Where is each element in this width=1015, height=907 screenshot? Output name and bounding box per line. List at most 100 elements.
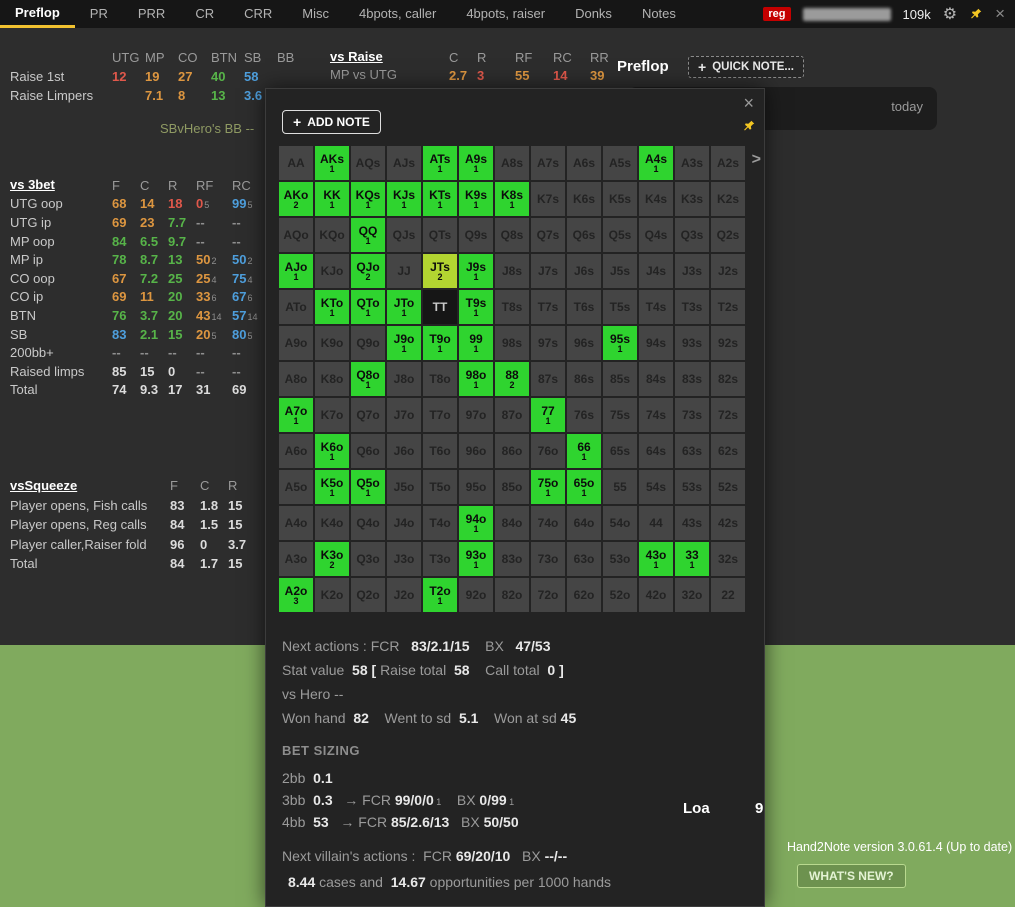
matrix-cell-32o[interactable]: 32o: [675, 578, 709, 612]
matrix-cell-A8s[interactable]: A8s: [495, 146, 529, 180]
matrix-cell-K8o[interactable]: K8o: [315, 362, 349, 396]
matrix-cell-QTs[interactable]: QTs: [423, 218, 457, 252]
matrix-cell-T5o[interactable]: T5o: [423, 470, 457, 504]
matrix-cell-K8s[interactable]: K8s1: [495, 182, 529, 216]
matrix-cell-97s[interactable]: 97s: [531, 326, 565, 360]
matrix-cell-K4s[interactable]: K4s: [639, 182, 673, 216]
matrix-cell-Q3o[interactable]: Q3o: [351, 542, 385, 576]
matrix-cell-T5s[interactable]: T5s: [603, 290, 637, 324]
matrix-cell-83o[interactable]: 83o: [495, 542, 529, 576]
matrix-cell-J6o[interactable]: J6o: [387, 434, 421, 468]
matrix-cell-T4o[interactable]: T4o: [423, 506, 457, 540]
matrix-cell-K6s[interactable]: K6s: [567, 182, 601, 216]
matrix-cell-88[interactable]: 882: [495, 362, 529, 396]
tab-4bpots-caller[interactable]: 4bpots, caller: [344, 0, 451, 28]
matrix-cell-A7o[interactable]: A7o1: [279, 398, 313, 432]
matrix-cell-53o[interactable]: 53o: [603, 542, 637, 576]
matrix-cell-66[interactable]: 661: [567, 434, 601, 468]
matrix-cell-77[interactable]: 771: [531, 398, 565, 432]
matrix-cell-AQo[interactable]: AQo: [279, 218, 313, 252]
matrix-cell-A5o[interactable]: A5o: [279, 470, 313, 504]
matrix-cell-72s[interactable]: 72s: [711, 398, 745, 432]
matrix-cell-22[interactable]: 22: [711, 578, 745, 612]
matrix-cell-T7s[interactable]: T7s: [531, 290, 565, 324]
matrix-cell-T8o[interactable]: T8o: [423, 362, 457, 396]
matrix-cell-K4o[interactable]: K4o: [315, 506, 349, 540]
matrix-cell-72o[interactable]: 72o: [531, 578, 565, 612]
matrix-cell-Q8s[interactable]: Q8s: [495, 218, 529, 252]
matrix-cell-Q7o[interactable]: Q7o: [351, 398, 385, 432]
matrix-cell-KQs[interactable]: KQs1: [351, 182, 385, 216]
matrix-cell-A5s[interactable]: A5s: [603, 146, 637, 180]
close-icon[interactable]: ×: [995, 4, 1005, 24]
matrix-cell-A6o[interactable]: A6o: [279, 434, 313, 468]
matrix-cell-A3o[interactable]: A3o: [279, 542, 313, 576]
matrix-cell-K5o[interactable]: K5o1: [315, 470, 349, 504]
matrix-cell-AJs[interactable]: AJs: [387, 146, 421, 180]
matrix-cell-93o[interactable]: 93o1: [459, 542, 493, 576]
matrix-cell-QTo[interactable]: QTo1: [351, 290, 385, 324]
matrix-cell-Q7s[interactable]: Q7s: [531, 218, 565, 252]
tab-misc[interactable]: Misc: [287, 0, 344, 28]
matrix-cell-94o[interactable]: 94o1: [459, 506, 493, 540]
matrix-cell-65s[interactable]: 65s: [603, 434, 637, 468]
matrix-cell-73s[interactable]: 73s: [675, 398, 709, 432]
matrix-cell-84o[interactable]: 84o: [495, 506, 529, 540]
matrix-cell-98s[interactable]: 98s: [495, 326, 529, 360]
tab-cr[interactable]: CR: [180, 0, 229, 28]
matrix-cell-J8o[interactable]: J8o: [387, 362, 421, 396]
matrix-cell-AKs[interactable]: AKs1: [315, 146, 349, 180]
matrix-cell-75s[interactable]: 75s: [603, 398, 637, 432]
matrix-cell-43o[interactable]: 43o1: [639, 542, 673, 576]
matrix-cell-Q4s[interactable]: Q4s: [639, 218, 673, 252]
matrix-cell-33[interactable]: 331: [675, 542, 709, 576]
tab-preflop[interactable]: Preflop: [0, 0, 75, 28]
matrix-cell-T6s[interactable]: T6s: [567, 290, 601, 324]
matrix-cell-92s[interactable]: 92s: [711, 326, 745, 360]
matrix-cell-AA[interactable]: AA: [279, 146, 313, 180]
matrix-cell-K6o[interactable]: K6o1: [315, 434, 349, 468]
matrix-cell-J7s[interactable]: J7s: [531, 254, 565, 288]
matrix-cell-K5s[interactable]: K5s: [603, 182, 637, 216]
matrix-cell-A7s[interactable]: A7s: [531, 146, 565, 180]
matrix-cell-Q2o[interactable]: Q2o: [351, 578, 385, 612]
matrix-cell-97o[interactable]: 97o: [459, 398, 493, 432]
matrix-cell-84s[interactable]: 84s: [639, 362, 673, 396]
matrix-cell-J2s[interactable]: J2s: [711, 254, 745, 288]
matrix-next-icon[interactable]: >: [752, 151, 761, 169]
matrix-cell-Q6s[interactable]: Q6s: [567, 218, 601, 252]
tab-pr[interactable]: PR: [75, 0, 123, 28]
matrix-cell-A9o[interactable]: A9o: [279, 326, 313, 360]
pin-icon[interactable]: [969, 7, 983, 21]
tab-donks[interactable]: Donks: [560, 0, 627, 28]
matrix-cell-ATo[interactable]: ATo: [279, 290, 313, 324]
matrix-cell-TT[interactable]: TT: [423, 290, 457, 324]
matrix-cell-KJo[interactable]: KJo: [315, 254, 349, 288]
matrix-cell-KTs[interactable]: KTs1: [423, 182, 457, 216]
matrix-cell-K7s[interactable]: K7s: [531, 182, 565, 216]
matrix-cell-76o[interactable]: 76o: [531, 434, 565, 468]
matrix-cell-Q5s[interactable]: Q5s: [603, 218, 637, 252]
matrix-cell-75o[interactable]: 75o1: [531, 470, 565, 504]
matrix-cell-A4s[interactable]: A4s1: [639, 146, 673, 180]
matrix-cell-Q9o[interactable]: Q9o: [351, 326, 385, 360]
matrix-cell-J9o[interactable]: J9o1: [387, 326, 421, 360]
matrix-cell-T6o[interactable]: T6o: [423, 434, 457, 468]
quick-note-button[interactable]: + QUICK NOTE...: [688, 56, 804, 78]
matrix-cell-82o[interactable]: 82o: [495, 578, 529, 612]
matrix-cell-KTo[interactable]: KTo1: [315, 290, 349, 324]
matrix-cell-KQo[interactable]: KQo: [315, 218, 349, 252]
matrix-cell-86o[interactable]: 86o: [495, 434, 529, 468]
matrix-cell-A2s[interactable]: A2s: [711, 146, 745, 180]
matrix-cell-T8s[interactable]: T8s: [495, 290, 529, 324]
matrix-cell-44[interactable]: 44: [639, 506, 673, 540]
matrix-cell-T3s[interactable]: T3s: [675, 290, 709, 324]
gear-icon[interactable]: ⚙: [943, 4, 957, 24]
matrix-cell-Q2s[interactable]: Q2s: [711, 218, 745, 252]
popup-close-icon[interactable]: ×: [743, 93, 754, 114]
matrix-cell-Q9s[interactable]: Q9s: [459, 218, 493, 252]
matrix-cell-85o[interactable]: 85o: [495, 470, 529, 504]
matrix-cell-T4s[interactable]: T4s: [639, 290, 673, 324]
matrix-cell-KK[interactable]: KK1: [315, 182, 349, 216]
matrix-cell-K2s[interactable]: K2s: [711, 182, 745, 216]
